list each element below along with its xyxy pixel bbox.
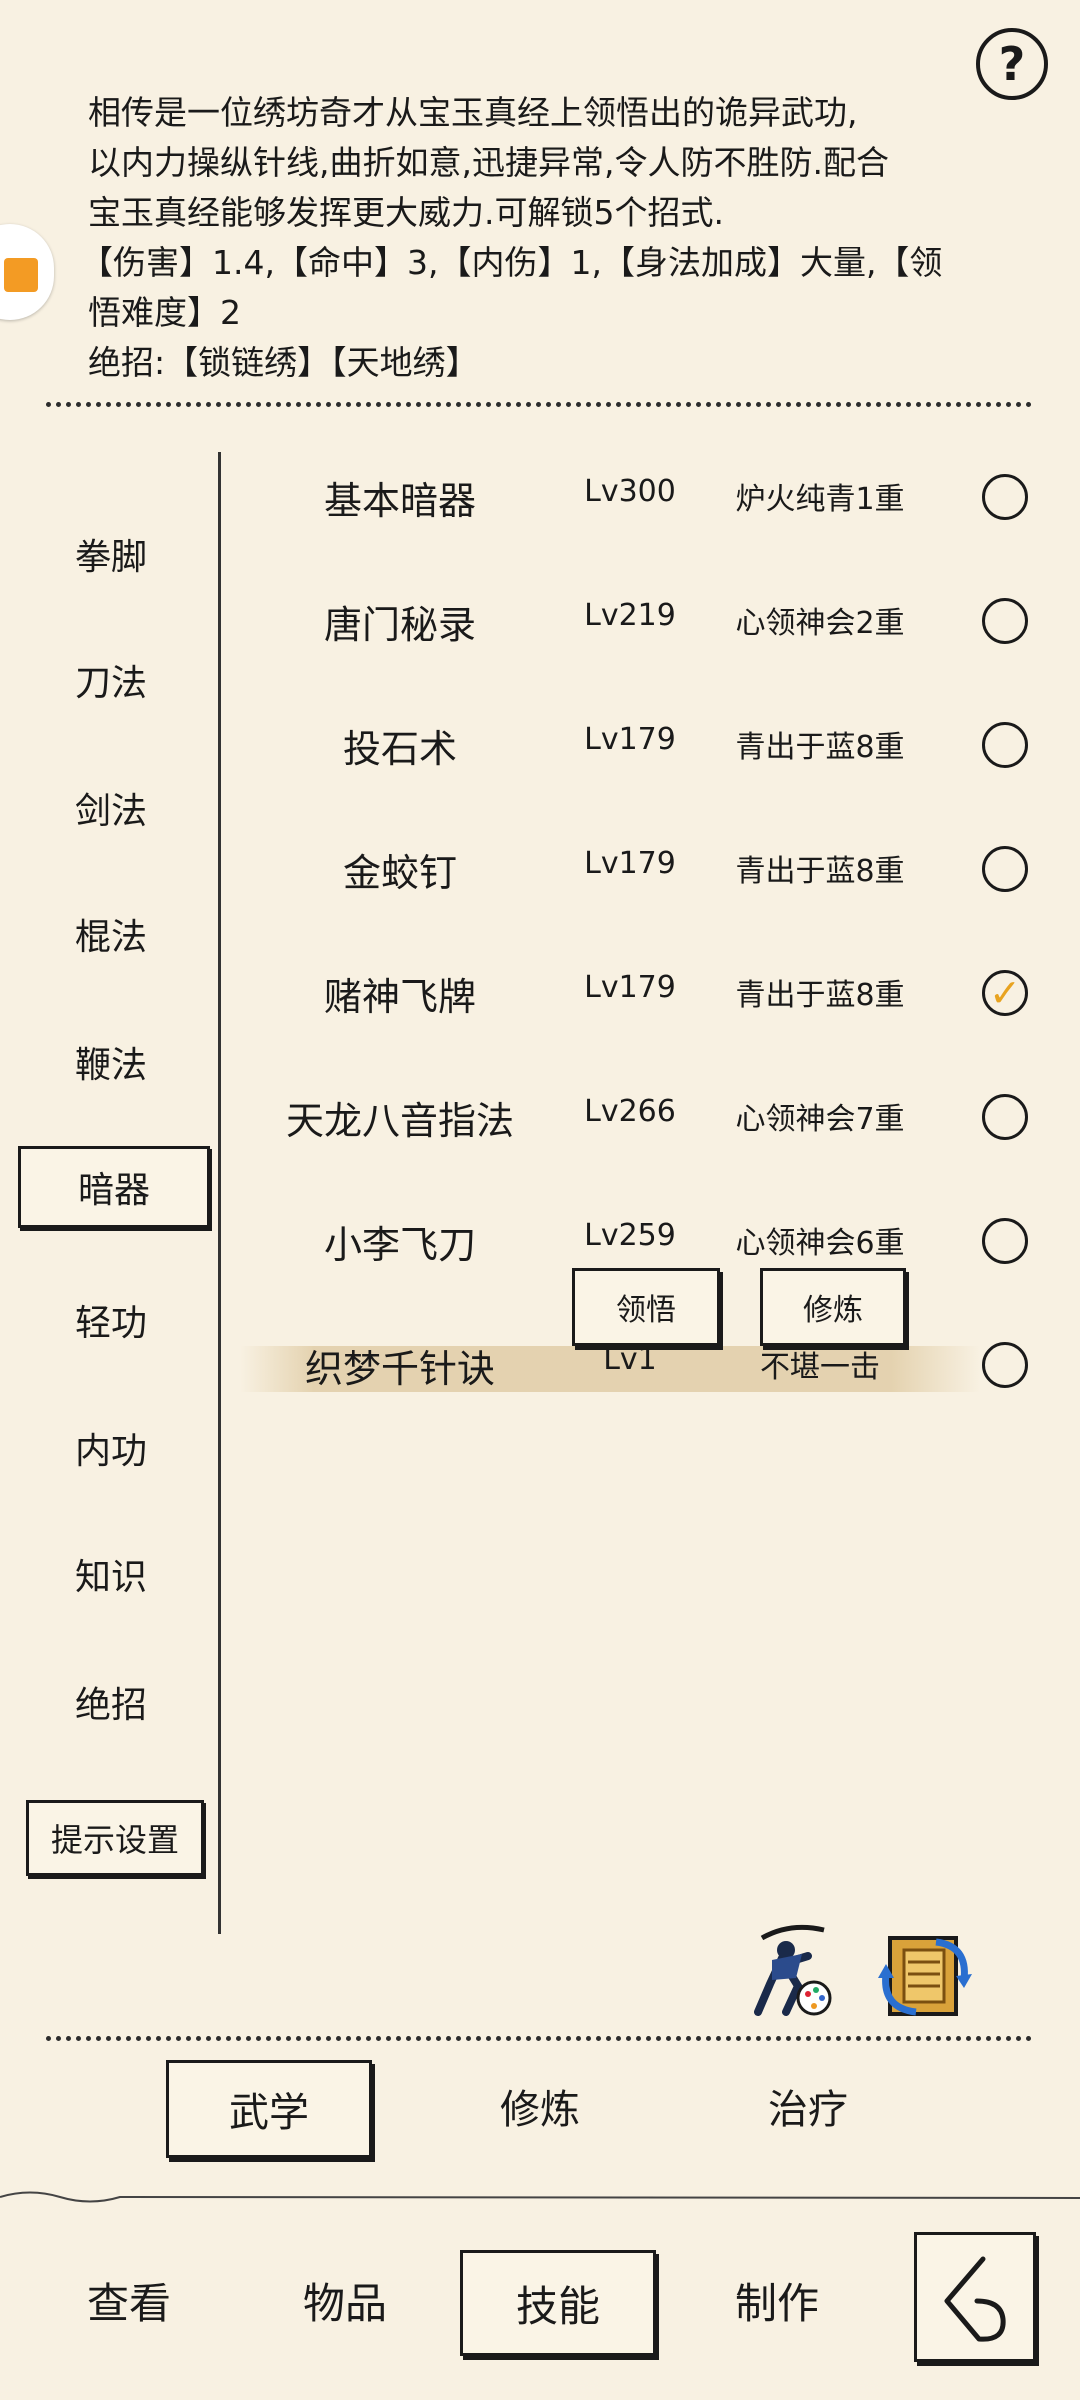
category-sword[interactable]: 剑法 — [18, 770, 204, 846]
nav-view[interactable]: 查看 — [34, 2250, 224, 2350]
divider — [46, 402, 1032, 407]
skill-name: 赌神飞牌 — [323, 975, 476, 1019]
category-knowledge[interactable]: 知识 — [18, 1536, 204, 1612]
checkmark-icon: ✓ — [989, 971, 1021, 1015]
skill-level: Lv1 — [603, 1342, 657, 1377]
skill-level: Lv300 — [584, 474, 676, 509]
skill-row[interactable]: 天龙八音指法 Lv266 心领神会7重 — [240, 1068, 1060, 1158]
list-divider — [218, 452, 221, 1934]
category-staff[interactable]: 棍法 — [18, 896, 204, 972]
back-arrow-icon — [944, 2256, 1006, 2342]
skill-radio-checked[interactable]: ✓ — [982, 970, 1028, 1016]
floating-assistant-badge[interactable] — [0, 224, 54, 320]
skill-level: Lv179 — [584, 722, 676, 757]
description-line: 以内力操纵针线,曲折如意,迅捷异常,令人防不胜防.配合 — [88, 143, 889, 182]
nav-crafting[interactable]: 制作 — [682, 2250, 872, 2350]
skill-tier: 青出于蓝8重 — [735, 730, 905, 765]
divider — [46, 2036, 1032, 2041]
skill-level: Lv179 — [584, 846, 676, 881]
ninja-skill-icon[interactable] — [742, 1920, 838, 2020]
skill-level: Lv219 — [584, 598, 676, 633]
skill-row[interactable]: 金蛟钉 Lv179 青出于蓝8重 — [240, 820, 1060, 910]
skill-tier: 炉火纯青1重 — [735, 482, 905, 517]
skill-row[interactable]: 基本暗器 Lv300 炉火纯青1重 — [240, 448, 1060, 538]
skill-tier: 心领神会7重 — [735, 1102, 905, 1137]
skill-level: Lv259 — [584, 1218, 676, 1253]
skill-name: 投石术 — [342, 727, 457, 771]
skill-name: 织梦千针诀 — [304, 1347, 495, 1391]
skill-name: 天龙八音指法 — [285, 1099, 514, 1143]
skill-tier: 心领神会2重 — [735, 606, 905, 641]
skill-name: 小李飞刀 — [323, 1223, 476, 1267]
skill-radio[interactable] — [982, 1094, 1028, 1140]
question-mark-icon: ? — [998, 37, 1026, 91]
train-button[interactable]: 修炼 — [760, 1268, 906, 1346]
skill-radio[interactable] — [982, 846, 1028, 892]
subtab-healing[interactable]: 治疗 — [708, 2060, 908, 2152]
skill-name: 唐门秘录 — [323, 603, 476, 647]
subtab-training[interactable]: 修炼 — [440, 2060, 640, 2152]
category-ultimate[interactable]: 绝招 — [18, 1664, 204, 1740]
tip-settings-button[interactable]: 提示设置 — [26, 1800, 204, 1876]
skill-name: 金蛟钉 — [342, 851, 457, 895]
category-blade[interactable]: 刀法 — [18, 642, 204, 718]
skill-radio[interactable] — [982, 474, 1028, 520]
skill-tier: 不堪一击 — [760, 1350, 880, 1385]
scroll-swap-icon[interactable] — [876, 1928, 978, 2024]
category-inner[interactable]: 内功 — [18, 1410, 204, 1486]
skill-row[interactable]: 赌神飞牌 Lv179 青出于蓝8重 ✓ — [240, 944, 1060, 1034]
skill-level: Lv266 — [584, 1094, 676, 1129]
category-hidden-weapon[interactable]: 暗器 — [18, 1146, 210, 1228]
skill-description: 相传是一位绣坊奇才从宝玉真经上领悟出的诡异武功, 以内力操纵针线,曲折如意,迅捷… — [80, 88, 1018, 388]
nav-items[interactable]: 物品 — [250, 2250, 440, 2350]
brush-divider — [0, 2191, 1080, 2203]
category-fist[interactable]: 拳脚 — [18, 516, 204, 592]
description-stats: 【伤害】1.4,【命中】3,【内伤】1,【身法加成】大量,【领 — [80, 243, 943, 282]
skill-name: 基本暗器 — [323, 479, 476, 523]
skill-radio[interactable] — [982, 722, 1028, 768]
assistant-icon — [4, 258, 38, 292]
description-ultimates: 绝招:【锁链绣】【天地绣】 — [88, 343, 479, 382]
description-line: 相传是一位绣坊奇才从宝玉真经上领悟出的诡异武功, — [88, 93, 858, 132]
subtab-martial-arts[interactable]: 武学 — [166, 2060, 372, 2158]
skill-radio[interactable] — [982, 598, 1028, 644]
back-button[interactable] — [914, 2232, 1036, 2362]
category-lightness[interactable]: 轻功 — [18, 1282, 204, 1358]
skill-radio[interactable] — [982, 1218, 1028, 1264]
skill-row[interactable]: 投石术 Lv179 青出于蓝8重 — [240, 696, 1060, 786]
category-whip[interactable]: 鞭法 — [18, 1024, 204, 1100]
skill-tier: 青出于蓝8重 — [735, 978, 905, 1013]
skill-tier: 青出于蓝8重 — [735, 854, 905, 889]
description-line: 悟难度】2 — [88, 293, 241, 332]
nav-skills[interactable]: 技能 — [460, 2250, 656, 2356]
skill-tier: 心领神会6重 — [735, 1226, 905, 1261]
skill-level: Lv179 — [584, 970, 676, 1005]
description-line: 宝玉真经能够发挥更大威力.可解锁5个招式. — [88, 193, 724, 232]
comprehend-button[interactable]: 领悟 — [572, 1268, 720, 1346]
skill-row[interactable]: 唐门秘录 Lv219 心领神会2重 — [240, 572, 1060, 662]
skill-radio[interactable] — [982, 1342, 1028, 1388]
